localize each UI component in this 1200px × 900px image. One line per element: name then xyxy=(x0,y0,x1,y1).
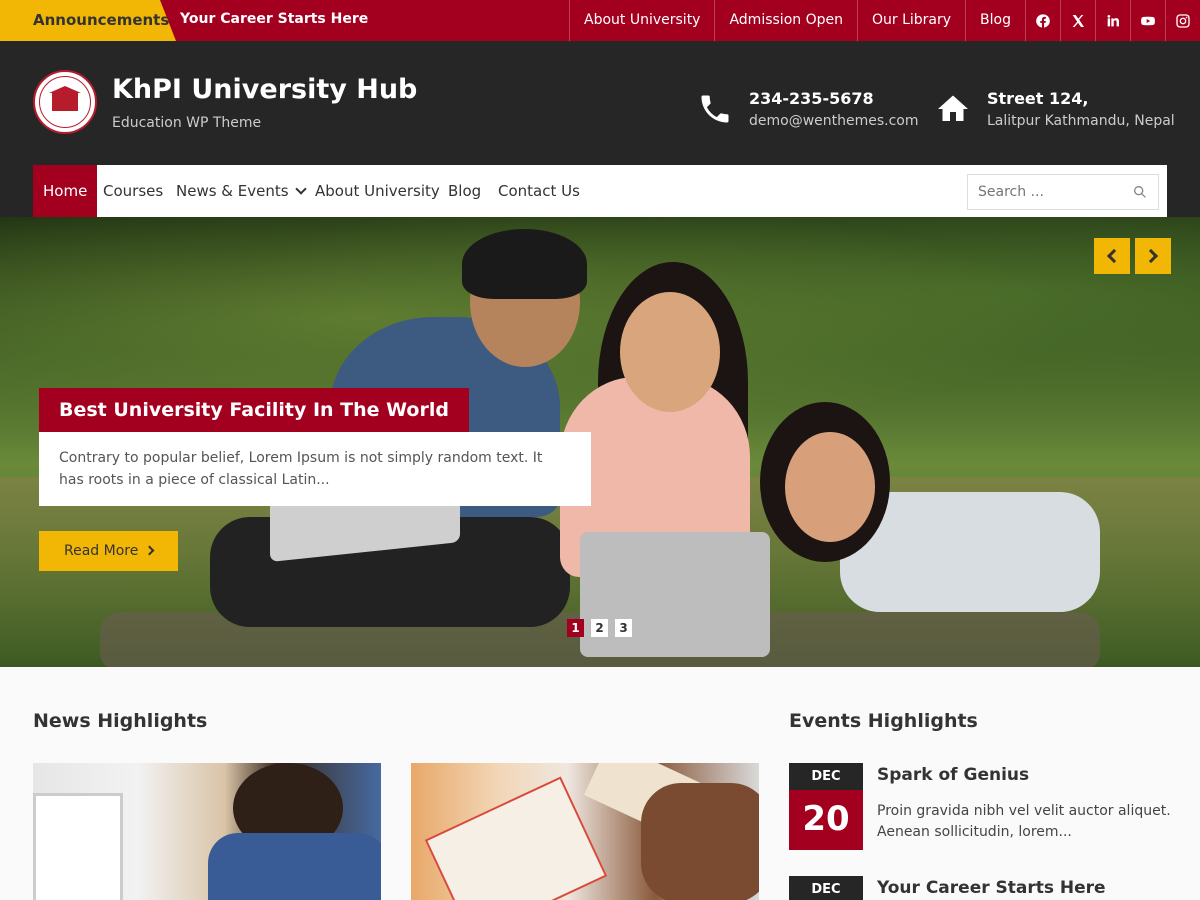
news-card-image-1[interactable] xyxy=(33,763,381,900)
slider-page-3[interactable]: 3 xyxy=(615,619,632,637)
top-link-about-university[interactable]: About University xyxy=(569,0,714,41)
read-more-button[interactable]: Read More xyxy=(39,531,178,571)
news-image-monitor xyxy=(33,793,123,900)
top-links: About University Admission Open Our Libr… xyxy=(569,0,1200,41)
hero-image-student-2-head xyxy=(620,292,720,412)
hero-image-laptop-2 xyxy=(580,532,770,657)
slide-text: Contrary to popular belief, Lorem Ipsum … xyxy=(39,432,591,506)
read-more-label: Read More xyxy=(64,543,139,559)
email-address[interactable]: demo@wenthemes.com xyxy=(749,111,919,131)
announcement-label: Announcements: xyxy=(33,11,176,29)
instagram-icon[interactable] xyxy=(1165,0,1200,41)
news-image-person-shirt xyxy=(208,833,381,900)
event-day: 20 xyxy=(789,790,863,850)
slide-title: Best University Facility In The World xyxy=(39,388,469,432)
search-icon[interactable] xyxy=(1132,184,1148,200)
news-card-image-2[interactable] xyxy=(411,763,759,900)
top-link-admission-open[interactable]: Admission Open xyxy=(714,0,857,41)
search-input[interactable] xyxy=(968,175,1128,209)
event-month: DEC xyxy=(789,763,863,790)
site-description: Education WP Theme xyxy=(112,115,262,131)
nav-item-courses[interactable]: Courses xyxy=(103,165,163,217)
youtube-icon[interactable] xyxy=(1130,0,1165,41)
logo-building-icon xyxy=(49,86,81,111)
nav-item-about-university[interactable]: About University xyxy=(315,165,440,217)
search-box xyxy=(967,174,1159,210)
linkedin-icon[interactable] xyxy=(1095,0,1130,41)
news-highlights-title: News Highlights xyxy=(33,710,208,732)
chevron-down-icon xyxy=(294,183,307,195)
slider-pagination: 1 2 3 xyxy=(567,619,639,637)
slider-page-1[interactable]: 1 xyxy=(567,619,584,637)
announcement-text[interactable]: Your Career Starts Here xyxy=(180,11,368,27)
top-link-our-library[interactable]: Our Library xyxy=(856,0,965,41)
logo-seal xyxy=(39,76,91,128)
nav-item-news-events[interactable]: News & Events xyxy=(176,165,307,217)
chevron-left-icon xyxy=(1106,248,1122,264)
event-month: DEC xyxy=(789,876,863,900)
site-title[interactable]: KhPI University Hub xyxy=(112,74,417,105)
hero-slider: Best University Facility In The World Co… xyxy=(0,217,1200,667)
phone-icon xyxy=(701,95,729,123)
news-image-reader xyxy=(641,783,759,900)
contact-address: Street 124, Lalitpur Kathmandu, Nepal xyxy=(935,89,1175,131)
facebook-icon[interactable] xyxy=(1025,0,1060,41)
announcement-label-box: Announcements: xyxy=(0,0,176,41)
x-icon[interactable] xyxy=(1060,0,1095,41)
event-description: Proin gravida nibh vel velit auctor aliq… xyxy=(877,803,1171,840)
event-title[interactable]: Spark of Genius xyxy=(877,765,1029,785)
nav-item-blog[interactable]: Blog xyxy=(448,165,481,217)
nav-item-news-events-label: News & Events xyxy=(176,182,289,200)
slider-prev-button[interactable] xyxy=(1094,238,1130,274)
hero-image-student-1-hair xyxy=(462,229,587,299)
slider-arrows xyxy=(1094,238,1176,274)
contact-phone: 234-235-5678 demo@wenthemes.com xyxy=(697,89,919,131)
events-highlights-title: Events Highlights xyxy=(789,710,978,732)
chevron-right-icon xyxy=(1143,248,1159,264)
main-nav: Home Courses News & Events About Univers… xyxy=(33,165,1167,217)
news-image-open-book xyxy=(424,776,608,900)
nav-item-home[interactable]: Home xyxy=(33,165,98,217)
event-title[interactable]: Your Career Starts Here xyxy=(877,878,1106,898)
address-line-1: Street 124, xyxy=(987,89,1089,108)
top-bar: Announcements: Your Career Starts Here A… xyxy=(0,0,1200,41)
top-link-blog[interactable]: Blog xyxy=(965,0,1025,41)
home-icon xyxy=(938,95,968,121)
hero-image-student-3-head xyxy=(785,432,875,542)
nav-item-contact-us[interactable]: Contact Us xyxy=(498,165,580,217)
slider-next-button[interactable] xyxy=(1135,238,1171,274)
slider-page-2[interactable]: 2 xyxy=(591,619,608,637)
chevron-right-icon xyxy=(144,545,155,556)
phone-number[interactable]: 234-235-5678 xyxy=(749,89,919,109)
address-line-2: Lalitpur Kathmandu, Nepal xyxy=(987,113,1175,129)
university-logo[interactable] xyxy=(33,70,97,134)
